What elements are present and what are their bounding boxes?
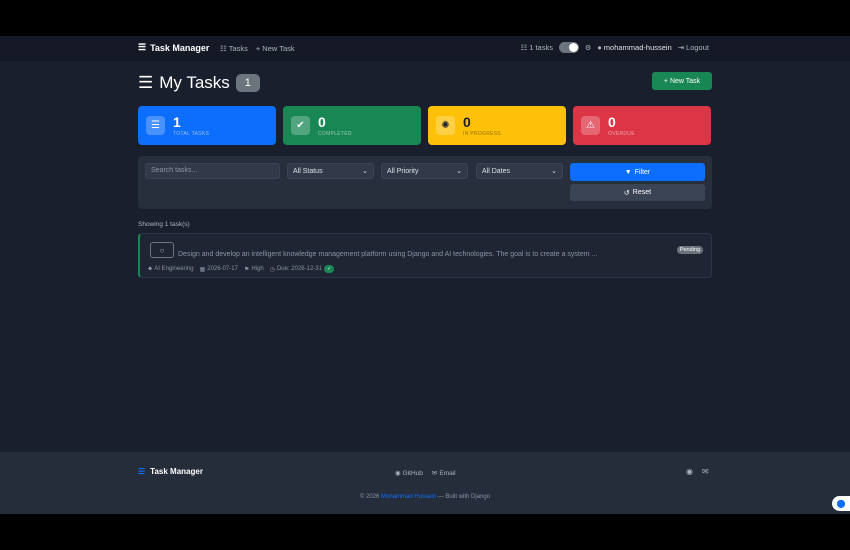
page: ☰ Task Manager ☷ Tasks + New Task ☷ 1 ta… [0,36,850,514]
theme-toggle[interactable] [558,42,579,53]
nav-new-task-link[interactable]: + New Task [256,44,295,53]
filter-panel: Search tasks... All Status ⌄ All Priorit… [138,156,712,209]
priority-select-value: All Priority [387,167,419,175]
bottom-bar [0,514,850,550]
results-count: Showing 1 task(s) [138,221,190,228]
footer: ☰ Task Manager ◉ GitHub ✉ Email ◉ ✉ © 20… [0,452,850,514]
created-date: 2026-07-17 [207,266,238,272]
brand[interactable]: ☰ Task Manager [138,42,209,53]
task-due: ◷ Due: 2026-12-31 ✓ [270,265,335,273]
task-card[interactable]: ○ Design and develop an intelligent know… [138,233,712,278]
chevron-down-icon: ⌄ [551,168,557,175]
dates-select-value: All Dates [482,167,511,175]
stat-label: IN PROGRESS [463,130,502,137]
plus-icon: + [663,77,668,85]
stat-value: 0 [608,113,616,130]
envelope-icon[interactable]: ✉ [702,467,709,476]
plus-icon: + [255,44,261,53]
search-input[interactable]: Search tasks... [145,163,280,179]
user-icon: ● [597,43,602,52]
stat-card-completed: ✔ 0 COMPLETED [283,106,421,145]
chevron-down-icon: ⌄ [362,168,368,175]
stat-value: 0 [318,113,326,130]
new-task-label: New Task [669,77,701,85]
copyright-suffix: — Built with Django [437,494,491,500]
dates-select[interactable]: All Dates ⌄ [476,163,563,179]
task-count-label: 1 tasks [529,43,553,52]
logout-icon: ⇥ [677,43,685,52]
task-count: ☷ 1 tasks [520,43,553,52]
nav-tasks-label: Tasks [228,44,248,53]
reset-button-label: Reset [632,189,652,196]
stat-label: COMPLETED [318,130,352,137]
list-icon: ☷ [220,44,227,53]
user-menu[interactable]: ● mohammad-hussein [597,43,671,52]
funnel-icon: ▼ [624,168,632,176]
stat-label: TOTAL TASKS [173,130,210,137]
spinner-icon: ✺ [436,116,455,135]
stat-label: OVERDUE [608,130,635,137]
task-count-badge: 1 [235,74,260,92]
status-select-value: All Status [293,167,323,175]
task-description: Design and develop an intelligent knowle… [178,251,598,258]
stat-value: 0 [463,113,471,130]
footer-github-link[interactable]: ◉ GitHub [395,469,423,478]
brand-label: Task Manager [150,42,210,53]
stat-card-in-progress: ✺ 0 IN PROGRESS [428,106,566,145]
list-check-icon: ☰ [146,116,165,135]
logout-link[interactable]: ⇥ Logout [678,43,709,52]
github-icon[interactable]: ◉ [686,467,693,476]
logout-label: Logout [686,43,709,52]
due-check-badge: ✓ [323,265,335,273]
complete-toggle-icon[interactable]: ○ [150,242,174,258]
priority-select[interactable]: All Priority ⌄ [381,163,468,179]
stat-card-total: ☰ 1 TOTAL TASKS [138,106,276,145]
stat-value: 1 [173,113,181,130]
filter-button-label: Filter [634,168,651,176]
email-label: Email [439,469,456,477]
list-icon: ☰ [138,467,146,476]
warning-icon: ⚠ [581,116,600,135]
footer-brand: ☰ Task Manager [138,467,203,476]
navbar: ☰ Task Manager ☷ Tasks + New Task ☷ 1 ta… [0,36,850,61]
copyright: © 2026 Mohammad Hussein — Built with Dja… [0,494,850,500]
flag-icon: ⚑ [243,266,250,273]
clock-icon: ◷ [269,266,275,273]
username: mohammad-hussein [603,43,672,52]
footer-brand-label: Task Manager [150,467,203,476]
task-created: ▦ 2026-07-17 [200,266,238,273]
github-icon: ◉ [395,470,401,477]
list-icon: ☰ [138,73,154,92]
copyright-prefix: © 2026 [359,494,380,500]
category-label: AI Engineering [154,266,194,272]
reset-button[interactable]: ↺ Reset [570,184,705,201]
nav-new-task-label: New Task [262,44,295,53]
page-header: ☰ My Tasks 1 [138,73,260,93]
author-link[interactable]: Mohammad Hussein [381,494,436,500]
footer-email-link[interactable]: ✉ Email [431,469,456,478]
task-priority: ⚑ High [244,266,264,273]
page-title: My Tasks [159,73,230,92]
priority-label: High [251,266,264,272]
filter-button[interactable]: ▼ Filter [570,163,705,181]
nav-tasks-link[interactable]: ☷ Tasks [220,44,248,53]
accessibility-icon[interactable]: ⬤ [832,496,850,511]
list-icon: ☰ [138,42,147,52]
check-circle-icon: ✔ [291,116,310,135]
due-date: Due: 2026-12-31 [276,266,322,272]
reset-icon: ↺ [623,189,630,197]
github-label: GitHub [402,469,423,477]
calendar-icon: ▦ [199,266,206,273]
status-badge: Pending [676,246,703,254]
chevron-down-icon: ⌄ [456,168,462,175]
settings-icon[interactable]: ⚙ [585,44,591,52]
tag-icon: ⬥ [148,265,153,272]
envelope-icon: ✉ [431,470,438,477]
task-category: ⬥ AI Engineering [148,266,194,273]
new-task-button[interactable]: + New Task [652,72,712,90]
task-meta: ⬥ AI Engineering ▦ 2026-07-17 ⚑ High ◷ D… [148,265,335,273]
stat-card-overdue: ⚠ 0 OVERDUE [573,106,711,145]
status-select[interactable]: All Status ⌄ [287,163,374,179]
list-icon: ☷ [520,43,528,52]
